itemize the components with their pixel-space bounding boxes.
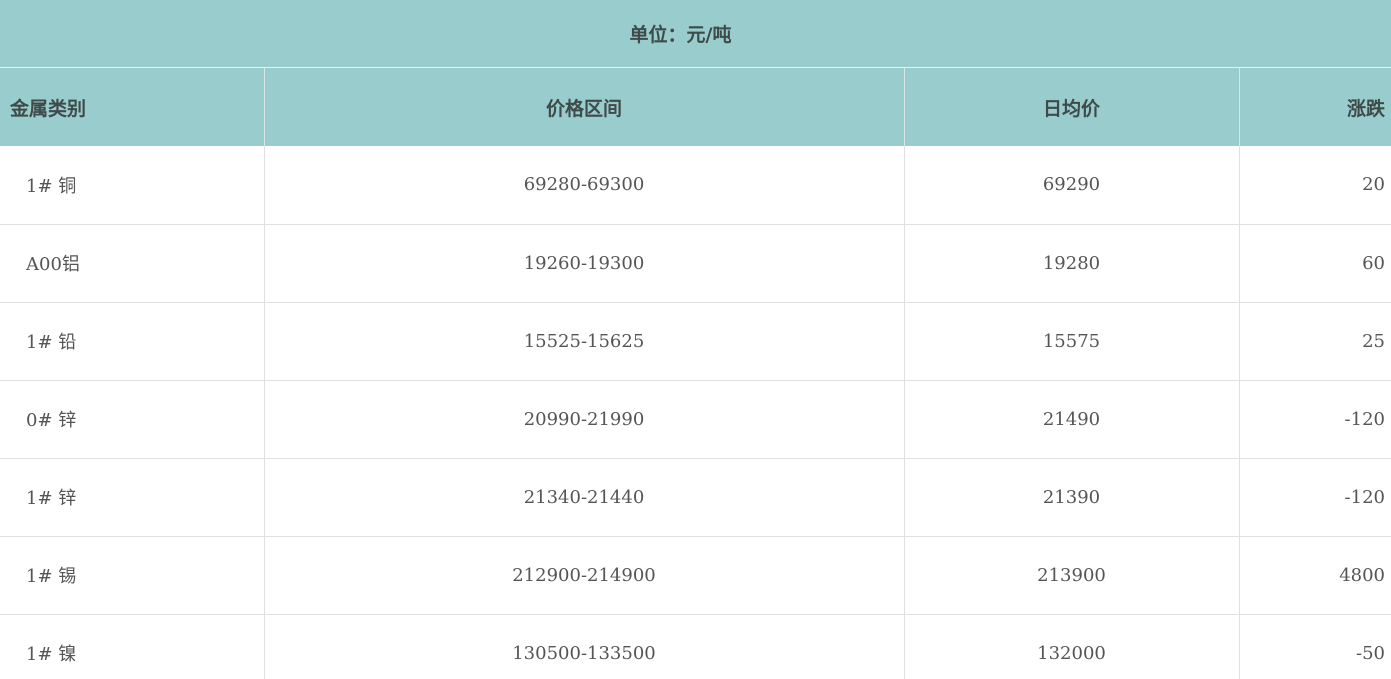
cell-avg: 15575 — [904, 302, 1240, 381]
unit-label: 单位：元/吨 — [629, 24, 732, 46]
cell-avg: 21490 — [904, 380, 1240, 459]
cell-range: 15525-15625 — [264, 302, 905, 381]
cell-metal: 1# 镍 — [0, 614, 265, 679]
cell-range: 21340-21440 — [264, 458, 905, 537]
cell-range: 19260-19300 — [264, 224, 905, 303]
cell-range: 20990-21990 — [264, 380, 905, 459]
cell-change: 4800 — [1239, 536, 1391, 615]
unit-bar: 单位：元/吨 — [0, 0, 1391, 68]
cell-range: 212900-214900 — [264, 536, 905, 615]
cell-metal: A00铝 — [0, 224, 265, 303]
cell-range: 69280-69300 — [264, 146, 905, 225]
cell-change: -120 — [1239, 380, 1391, 459]
cell-change: 60 — [1239, 224, 1391, 303]
cell-avg: 69290 — [904, 146, 1240, 225]
column-header-range: 价格区间 — [264, 68, 905, 146]
cell-avg: 19280 — [904, 224, 1240, 303]
cell-metal: 1# 铜 — [0, 146, 265, 225]
cell-metal: 0# 锌 — [0, 380, 265, 459]
metal-price-table: 金属类别 价格区间 日均价 涨跌 1# 铜 69280-69300 69290 … — [0, 68, 1391, 679]
cell-change: 25 — [1239, 302, 1391, 381]
table-header: 金属类别 价格区间 日均价 涨跌 — [0, 68, 1391, 146]
table-row: 1# 锌 21340-21440 21390 -120 — [0, 458, 1391, 537]
cell-metal: 1# 锌 — [0, 458, 265, 537]
table-row: 1# 铜 69280-69300 69290 20 — [0, 146, 1391, 225]
column-header-avg: 日均价 — [904, 68, 1240, 146]
table-row: 1# 铅 15525-15625 15575 25 — [0, 302, 1391, 381]
header-row: 金属类别 价格区间 日均价 涨跌 — [0, 68, 1391, 146]
price-table-container: 单位：元/吨 金属类别 价格区间 日均价 涨跌 1# 铜 69280-69300… — [0, 0, 1391, 679]
cell-avg: 132000 — [904, 614, 1240, 679]
column-header-metal: 金属类别 — [0, 68, 265, 146]
cell-avg: 21390 — [904, 458, 1240, 537]
table-row: 1# 镍 130500-133500 132000 -50 — [0, 614, 1391, 679]
cell-range: 130500-133500 — [264, 614, 905, 679]
table-row: 1# 锡 212900-214900 213900 4800 — [0, 536, 1391, 615]
cell-change: 20 — [1239, 146, 1391, 225]
table-row: A00铝 19260-19300 19280 60 — [0, 224, 1391, 303]
cell-metal: 1# 铅 — [0, 302, 265, 381]
cell-change: -120 — [1239, 458, 1391, 537]
cell-avg: 213900 — [904, 536, 1240, 615]
table-row: 0# 锌 20990-21990 21490 -120 — [0, 380, 1391, 459]
column-header-change: 涨跌 — [1346, 97, 1385, 120]
cell-metal: 1# 锡 — [0, 536, 265, 615]
cell-change: -50 — [1239, 614, 1391, 679]
table-body: 1# 铜 69280-69300 69290 20 A00铝 19260-193… — [0, 146, 1391, 679]
